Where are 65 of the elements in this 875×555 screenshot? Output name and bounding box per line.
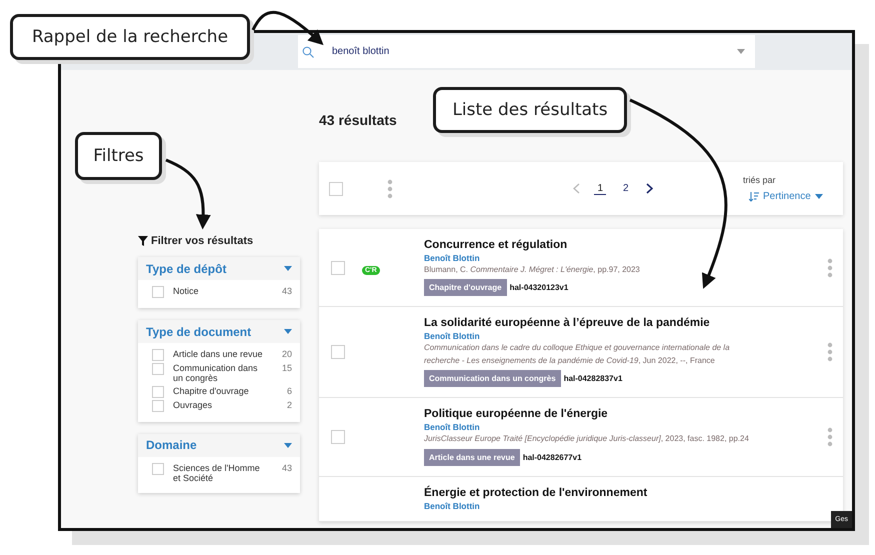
filter-panel-header[interactable]: Domaine bbox=[138, 434, 300, 457]
result-author[interactable]: Benoît Blottin bbox=[424, 253, 827, 263]
checkbox[interactable] bbox=[152, 462, 164, 475]
result-title[interactable]: La solidarité européenne à l’épreuve de la pandémie bbox=[424, 317, 827, 330]
result-title[interactable]: Énergie et protection de l'environnement bbox=[424, 486, 833, 499]
checkbox[interactable] bbox=[152, 286, 164, 298]
result-author[interactable]: Benoît Blottin bbox=[424, 422, 827, 432]
chevron-left-icon[interactable] bbox=[573, 183, 580, 194]
hal-id: hal-04282837v1 bbox=[564, 374, 622, 384]
sort-label: triés par bbox=[743, 175, 777, 185]
result-citation: Communication dans le cadre du colloque Ethique et gouvernance internationale de la recherche - Les enseignements de la pandémie de Covid-19, Jun 2022, --, France bbox=[424, 342, 731, 367]
checkbox[interactable] bbox=[152, 363, 164, 375]
filter-option-label: Communication dans un congrès bbox=[173, 363, 259, 384]
filter-option-label: Sciences de l'Homme et Société bbox=[173, 462, 261, 484]
select-all-checkbox[interactable] bbox=[329, 182, 343, 196]
page-link[interactable]: 1 bbox=[594, 182, 606, 194]
sort-icon bbox=[749, 192, 759, 202]
more-icon[interactable] bbox=[827, 342, 833, 362]
result-citation: Blumann, C. Commentaire J. Mégret : L'énergie, pp.97, 2023 bbox=[424, 264, 641, 276]
filter-option-label: Article dans une revue bbox=[173, 349, 264, 360]
filter-option-count: 43 bbox=[280, 286, 292, 296]
checkbox[interactable] bbox=[331, 430, 345, 444]
checkbox[interactable] bbox=[152, 349, 164, 361]
search-value: benoît blottin bbox=[332, 46, 390, 57]
filter-option-label: Chapitre d'ouvrage bbox=[173, 386, 250, 396]
checkbox[interactable] bbox=[331, 345, 345, 360]
document-type-tag: Chapitre d'ouvrage bbox=[424, 279, 507, 296]
result-author[interactable]: Benoît Blottin bbox=[424, 331, 827, 342]
filter-panel-header[interactable]: Type de dépôt bbox=[138, 257, 300, 280]
hal-id: hal-04282677v1 bbox=[522, 452, 582, 462]
caret-icon bbox=[737, 49, 745, 54]
more-icon[interactable] bbox=[387, 178, 393, 198]
filter-option-count: 15 bbox=[280, 363, 292, 373]
page-link[interactable]: 2 bbox=[620, 182, 632, 194]
caret-icon bbox=[814, 194, 823, 199]
filter-option-count: 6 bbox=[286, 386, 292, 396]
result-title[interactable]: Politique européenne de l'énergie bbox=[424, 408, 827, 420]
results-count: 43 résultats bbox=[319, 112, 398, 130]
callout-arrow bbox=[165, 158, 211, 230]
document-type-tag: Article dans une revue bbox=[424, 448, 520, 466]
result-title[interactable]: Concurrence et régulation bbox=[424, 239, 827, 251]
search-icon bbox=[302, 46, 314, 58]
caret-icon bbox=[284, 329, 292, 334]
caret-icon bbox=[284, 442, 292, 448]
checkbox[interactable] bbox=[152, 400, 164, 412]
caret-icon bbox=[284, 266, 292, 271]
filter-panel-header[interactable]: Type de document bbox=[138, 320, 300, 343]
filter-option-count: 2 bbox=[286, 400, 292, 410]
result-citation: JurisClasseur Europe Traité [Encyclopédie juridique Juris-classeur], 2023, fasc. 1982, pp.24 bbox=[424, 433, 750, 446]
filter-option-label: Ouvrages bbox=[173, 400, 214, 410]
filter-option-label: Notice bbox=[173, 286, 200, 296]
checkbox[interactable] bbox=[331, 260, 345, 275]
filter-option-count: 20 bbox=[280, 349, 292, 359]
more-icon[interactable] bbox=[827, 426, 833, 447]
hal-id: hal-04320123v1 bbox=[510, 283, 568, 292]
search-field[interactable]: benoît blottin bbox=[298, 35, 755, 68]
checkbox[interactable] bbox=[152, 386, 164, 398]
chevron-right-icon[interactable] bbox=[646, 183, 653, 194]
filter-option-count: 43 bbox=[280, 462, 292, 473]
sort-dropdown[interactable]: Pertinence bbox=[743, 191, 833, 202]
filters-title: Filtrer vos résultats bbox=[151, 235, 254, 247]
result-author[interactable]: Benoît Blottin bbox=[424, 500, 833, 511]
more-icon[interactable] bbox=[827, 258, 833, 278]
filter-icon bbox=[138, 236, 148, 246]
document-type-tag: Communication dans un congrès bbox=[424, 370, 561, 388]
